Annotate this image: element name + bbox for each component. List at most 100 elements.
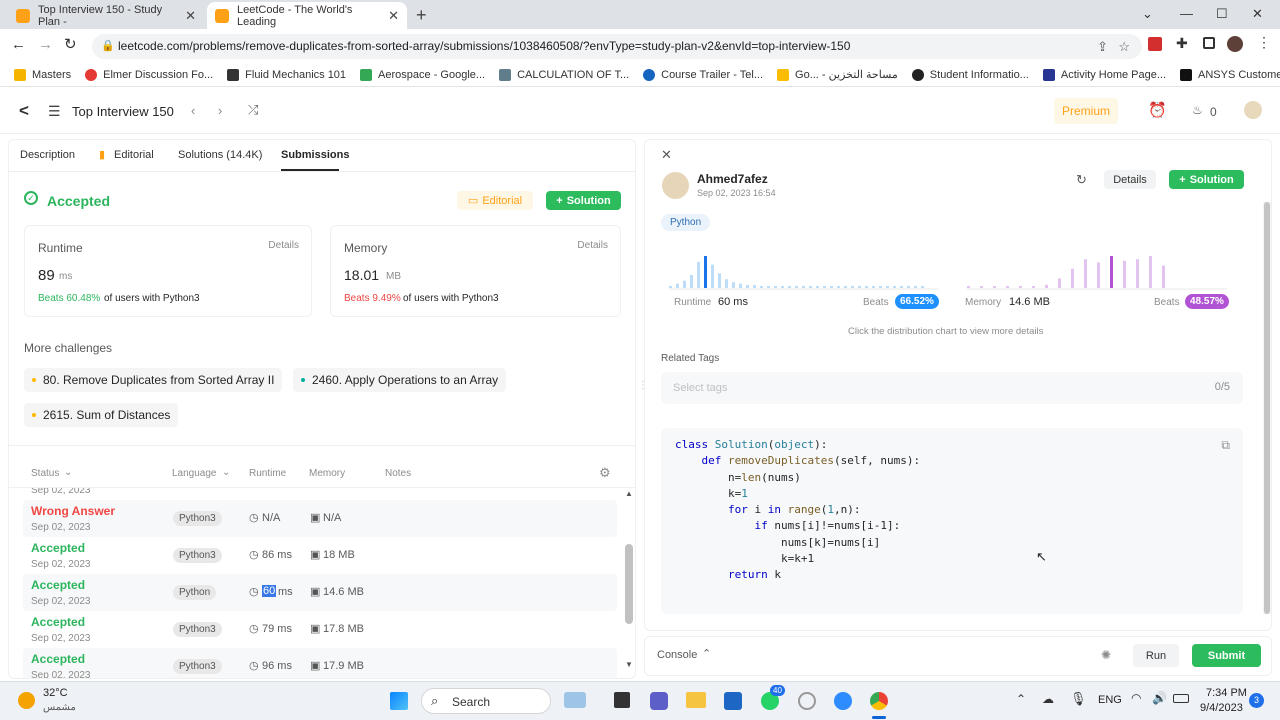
submission-status[interactable]: Accepted xyxy=(31,541,85,555)
memory-distribution-chart[interactable] xyxy=(967,248,1227,290)
teams-chat-icon[interactable] xyxy=(650,692,668,710)
sidepanel-icon[interactable] xyxy=(1203,37,1215,49)
refresh-icon[interactable]: ↻ xyxy=(1076,172,1087,188)
console-toggle[interactable]: Console xyxy=(657,649,697,661)
shuffle-icon[interactable]: ⤮ xyxy=(248,102,258,118)
code-block[interactable]: ⧉ class Solution(object): def removeDupl… xyxy=(661,428,1243,614)
prev-problem-icon[interactable]: ‹ xyxy=(191,103,195,118)
chevron-down-icon[interactable]: ⌄ xyxy=(64,467,72,478)
bookmark-item[interactable]: Elmer Discussion Fo... xyxy=(85,68,213,81)
share-icon[interactable]: ⇪ xyxy=(1097,34,1108,59)
reload-icon[interactable]: ↻ xyxy=(64,35,77,53)
bookmark-star-icon[interactable]: ☆ xyxy=(1118,34,1130,59)
bookmark-item[interactable]: Go... - مساحة التخزين xyxy=(777,68,898,81)
chevron-up-icon[interactable]: ⌃ xyxy=(702,647,711,660)
table-row[interactable]: Accepted Sep 02, 2023 Python3 ◷ 79 ms ▣ … xyxy=(23,611,617,648)
minimize-icon[interactable]: — xyxy=(1180,6,1193,21)
store-icon[interactable] xyxy=(724,692,742,710)
leetcode-logo-icon[interactable]: < xyxy=(19,101,29,121)
scrollbar[interactable]: ▲ ▼ xyxy=(623,488,635,676)
header-status[interactable]: Status xyxy=(31,468,59,479)
chevron-down-icon[interactable]: ⌄ xyxy=(222,467,230,478)
table-row[interactable]: Accepted Sep 02, 2023 Python ◷ 60 ms ▣ 1… xyxy=(23,574,617,611)
new-tab-icon[interactable]: + xyxy=(416,5,427,26)
clock-time[interactable]: 7:34 PM xyxy=(1206,687,1247,699)
bookmark-item[interactable]: Masters xyxy=(14,68,71,81)
taskbar-search[interactable]: ⌕ Search xyxy=(421,688,551,714)
plan-title[interactable]: Top Interview 150 xyxy=(72,104,174,119)
runtime-details-link[interactable]: Details xyxy=(268,240,299,251)
bookmark-item[interactable]: Activity Home Page... xyxy=(1042,68,1166,81)
header-language[interactable]: Language xyxy=(172,468,217,479)
submission-status[interactable]: Accepted xyxy=(31,615,85,629)
volume-icon[interactable]: 🔊 xyxy=(1152,691,1167,705)
forward-icon[interactable]: → xyxy=(38,36,53,53)
username[interactable]: Ahmed7afez xyxy=(697,172,768,186)
run-button[interactable]: Run xyxy=(1133,644,1179,667)
challenge-chip[interactable]: 2460. Apply Operations to an Array xyxy=(293,368,507,392)
weather-temp[interactable]: 32°C xyxy=(43,687,68,699)
file-explorer-icon[interactable] xyxy=(686,692,706,708)
input-language[interactable]: ENG xyxy=(1098,694,1122,706)
debug-bug-icon[interactable]: ✺ xyxy=(1101,648,1111,662)
premium-button[interactable]: Premium xyxy=(1054,98,1118,124)
windows-start-icon[interactable] xyxy=(390,692,408,710)
browser-tab-active[interactable]: LeetCode - The World's Leading ✕ xyxy=(207,2,407,29)
microphone-icon[interactable]: 🎙 xyxy=(1070,691,1087,707)
runtime-card[interactable]: Runtime Details 89 ms Beats 60.48% of us… xyxy=(24,225,312,317)
details-button[interactable]: Details xyxy=(1104,170,1156,189)
tags-select[interactable]: Select tags 0/5 xyxy=(661,372,1243,404)
maximize-icon[interactable]: ☐ xyxy=(1216,6,1228,22)
runtime-distribution-chart[interactable] xyxy=(669,248,949,290)
tab-solutions[interactable]: Solutions (14.4K) xyxy=(178,149,262,161)
editorial-button[interactable]: ▭ Editorial xyxy=(457,191,533,210)
memory-details-link[interactable]: Details xyxy=(577,240,608,251)
submit-button[interactable]: Submit xyxy=(1192,644,1261,667)
list-icon[interactable]: ☰ xyxy=(48,103,61,120)
settings-gear-icon[interactable]: ⚙ xyxy=(599,465,611,481)
submission-status[interactable]: Accepted xyxy=(31,578,85,592)
table-row[interactable]: Wrong Answer Sep 02, 2023 Python3 ◷ N/A … xyxy=(23,500,617,537)
clock-date[interactable]: 9/4/2023 xyxy=(1200,702,1243,714)
url-field[interactable]: 🔒 leetcode.com/problems/remove-duplicate… xyxy=(92,34,1142,59)
panel-resize-handle[interactable]: ⋮ xyxy=(638,380,648,394)
close-tab-icon[interactable]: ✕ xyxy=(388,8,399,24)
tab-search-icon[interactable]: ⌄ xyxy=(1142,6,1153,22)
puzzle-icon[interactable]: ✚ xyxy=(1176,35,1188,52)
tab-submissions[interactable]: Submissions xyxy=(281,149,349,161)
copy-icon[interactable]: ⧉ xyxy=(1221,438,1230,453)
extension-icon[interactable] xyxy=(1148,37,1162,51)
wifi-icon[interactable]: ◠ xyxy=(1131,691,1141,705)
scroll-up-icon[interactable]: ▲ xyxy=(625,489,633,498)
bookmark-item[interactable]: ANSYS Customer P... xyxy=(1180,68,1280,81)
tab-description[interactable]: Description xyxy=(20,149,75,161)
submission-status[interactable]: Accepted xyxy=(31,652,85,666)
close-icon[interactable]: ✕ xyxy=(661,147,672,163)
tab-editorial[interactable]: Editorial xyxy=(114,149,154,161)
widgets-icon[interactable] xyxy=(564,692,586,708)
scrollbar-thumb[interactable] xyxy=(625,544,633,624)
close-tab-icon[interactable]: ✕ xyxy=(185,8,196,24)
chrome-icon[interactable] xyxy=(870,692,888,710)
bookmark-item[interactable]: CALCULATION OF T... xyxy=(499,68,629,81)
bookmark-item[interactable]: Aerospace - Google... xyxy=(360,68,485,81)
browser-tab[interactable]: Top Interview 150 - Study Plan - ✕ xyxy=(8,2,204,29)
app-icon[interactable] xyxy=(798,692,816,710)
chevron-up-icon[interactable]: ⌃ xyxy=(1016,692,1026,706)
profile-avatar[interactable] xyxy=(1227,36,1243,52)
bookmark-item[interactable]: Student Informatio... xyxy=(911,68,1029,81)
table-row[interactable]: Accepted Sep 02, 2023 Python3 ◷ 96 ms ▣ … xyxy=(23,648,617,678)
bookmark-item[interactable]: Fluid Mechanics 101 xyxy=(227,68,346,81)
memory-card[interactable]: Memory Details 18.01 MB Beats 9.49% of u… xyxy=(330,225,621,317)
table-row[interactable]: Accepted Sep 02, 2023 Python3 ◷ 86 ms ▣ … xyxy=(23,537,617,574)
next-problem-icon[interactable]: › xyxy=(218,103,222,118)
battery-icon[interactable] xyxy=(1173,694,1189,703)
cloud-icon[interactable]: ☁ xyxy=(1042,692,1054,706)
zoom-icon[interactable] xyxy=(834,692,852,710)
close-window-icon[interactable]: ✕ xyxy=(1252,6,1263,22)
back-icon[interactable]: ← xyxy=(11,36,26,53)
challenge-chip[interactable]: 80. Remove Duplicates from Sorted Array … xyxy=(24,368,283,392)
task-view-icon[interactable] xyxy=(614,692,630,708)
bookmark-item[interactable]: Course Trailer - Tel... xyxy=(643,68,763,81)
user-avatar[interactable] xyxy=(662,172,689,199)
